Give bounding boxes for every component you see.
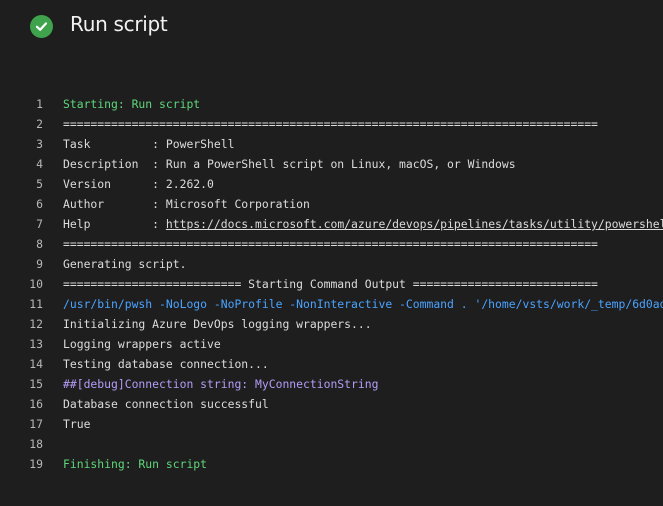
- log-line: 11/usr/bin/pwsh -NoLogo -NoProfile -NonI…: [0, 294, 663, 314]
- log-text-content: Finishing: Run script: [63, 457, 208, 471]
- line-number: 10: [29, 277, 43, 291]
- log-text-content: Database connection successful: [63, 397, 269, 411]
- line-number: 13: [29, 337, 43, 351]
- log-line: 16 Database connection successful: [0, 394, 663, 414]
- log-line: 15 ##[debug]Connection string: MyConnecti…: [0, 374, 663, 394]
- line-number: 11: [29, 297, 43, 311]
- line-number: 4: [36, 157, 43, 171]
- line-number: 16: [29, 397, 43, 411]
- log-line: 5 Version : 2.262.0: [0, 174, 663, 194]
- log-line: 8 =======================================…: [0, 234, 663, 254]
- log-text-content: True: [63, 417, 91, 431]
- log-text-content: Task : PowerShell: [63, 137, 235, 151]
- line-number: 5: [36, 177, 43, 191]
- line-number: 12: [29, 317, 43, 331]
- line-number: 3: [36, 137, 43, 151]
- line-number: 1: [36, 97, 43, 111]
- log-text: ========================================…: [63, 114, 598, 134]
- line-number: 17: [29, 417, 43, 431]
- log-text: ========================================…: [63, 234, 598, 254]
- log-text-content: Initializing Azure DevOps logging wrappe…: [63, 317, 372, 331]
- log-line: 12 Initializing Azure DevOps logging wrap…: [0, 314, 663, 334]
- line-number: 7: [36, 217, 43, 231]
- log-text-content: Logging wrappers active: [63, 337, 221, 351]
- log-text: Task : PowerShell: [63, 134, 234, 154]
- log-text: Initializing Azure DevOps logging wrappe…: [63, 314, 372, 334]
- help-link[interactable]: https://docs.microsoft.com/azure/devops/…: [166, 217, 663, 231]
- log-text: ========================== Starting Comm…: [63, 274, 598, 294]
- log-text: Description : Run a PowerShell script on…: [63, 154, 516, 174]
- log-line: 1 Starting: Run script: [0, 94, 663, 114]
- log-text: Starting: Run script: [63, 94, 200, 114]
- log-text-content: Starting: Run script: [63, 97, 201, 111]
- log-text: Author : Microsoft Corporation: [63, 194, 310, 214]
- log-text: Version : 2.262.0: [63, 174, 214, 194]
- log-text: Generating script.: [63, 254, 186, 274]
- log-text: ##[debug]Connection string: MyConnection…: [63, 374, 378, 394]
- log-line: 13 Logging wrappers active: [0, 334, 663, 354]
- log-line: 9 Generating script.: [0, 254, 663, 274]
- log-text: Finishing: Run script: [63, 454, 207, 474]
- log-text-content: ========================================…: [63, 237, 598, 251]
- log-text-content: Generating script.: [63, 257, 187, 271]
- log-text-content: /usr/bin/pwsh -NoLogo -NoProfile -NonInt…: [63, 297, 663, 311]
- line-number: 14: [29, 357, 43, 371]
- log-text-content: ##[debug]Connection string: MyConnection…: [63, 377, 379, 391]
- check-circle-icon: [30, 15, 53, 38]
- log-output[interactable]: 1 Starting: Run script 2 ==================…: [0, 94, 663, 474]
- log-text: Help : https://docs.microsoft.com/azure/…: [63, 214, 663, 234]
- log-line: 4 Description : Run a PowerShell script o…: [0, 154, 663, 174]
- line-number: 8: [36, 237, 43, 251]
- step-title: Run script: [70, 12, 168, 36]
- log-text: /usr/bin/pwsh -NoLogo -NoProfile -NonInt…: [63, 294, 663, 314]
- log-text-content: ========================================…: [63, 117, 598, 131]
- log-text-content: Description : Run a PowerShell script on…: [63, 157, 516, 171]
- log-text: Testing database connection...: [63, 354, 269, 374]
- log-line: 19 Finishing: Run script: [0, 454, 663, 474]
- log-text-content: ========================== Starting Comm…: [63, 277, 598, 291]
- log-line: 7 Help : https://docs.microsoft.com/azure…: [0, 214, 663, 234]
- line-number: 2: [36, 117, 43, 131]
- log-text-content: Testing database connection...: [63, 357, 269, 371]
- line-number: 6: [36, 197, 43, 211]
- line-number: 18: [29, 437, 43, 451]
- line-number: 15: [29, 377, 43, 391]
- line-number: 19: [29, 457, 43, 471]
- log-line: 6 Author : Microsoft Corporation: [0, 194, 663, 214]
- log-text: Logging wrappers active: [63, 334, 221, 354]
- log-line: 14 Testing database connection...: [0, 354, 663, 374]
- log-text: Database connection successful: [63, 394, 269, 414]
- log-text: True: [63, 414, 90, 434]
- log-line: 18: [0, 434, 663, 454]
- log-line: 17 True: [0, 414, 663, 434]
- log-text-content: Version : 2.262.0: [63, 177, 214, 191]
- log-text-content: Author : Microsoft Corporation: [63, 197, 310, 211]
- log-line: 2 =======================================…: [0, 114, 663, 134]
- job-step-header: Run script: [0, 0, 663, 56]
- line-number: 9: [36, 257, 43, 271]
- log-line: 3 Task : PowerShell: [0, 134, 663, 154]
- log-text-content: Help :: [63, 217, 166, 231]
- log-line: 10 ========================== Starting Co…: [0, 274, 663, 294]
